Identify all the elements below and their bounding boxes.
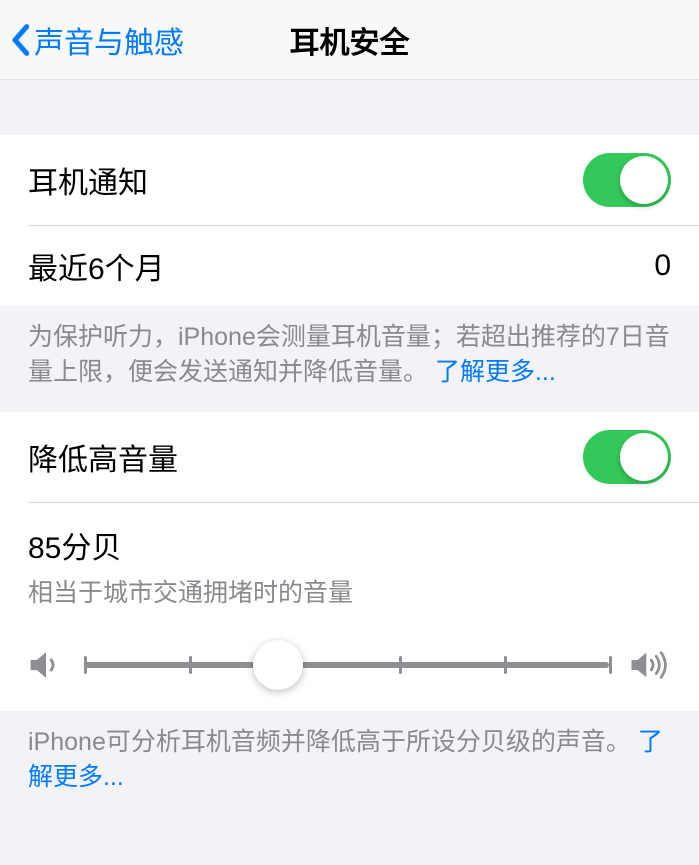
nav-bar: 声音与触感 耳机安全 — [0, 0, 699, 80]
decibel-info: 85分贝 相当于城市交通拥堵时的音量 — [0, 503, 699, 621]
section-spacer — [0, 80, 699, 135]
page-title: 耳机安全 — [290, 18, 410, 62]
label-last-6-months: 最近6个月 — [28, 244, 165, 288]
decibel-description: 相当于城市交通拥堵时的音量 — [28, 573, 671, 609]
row-reduce-loud-sounds: 降低高音量 — [0, 412, 699, 502]
footer-body-1: 为保护听力，iPhone会测量耳机音量；若超出推荐的7日音量上限，便会发送通知并… — [28, 323, 670, 386]
speaker-high-icon — [629, 649, 671, 681]
toggle-knob — [620, 433, 668, 481]
slider-thumb[interactable] — [253, 640, 303, 690]
learn-more-link-1[interactable]: 了解更多... — [435, 358, 556, 386]
toggle-knob — [620, 156, 668, 204]
decibel-value: 85分贝 — [28, 523, 671, 567]
back-label: 声音与触感 — [34, 18, 184, 62]
toggle-headphone-notifications[interactable] — [583, 153, 671, 207]
footer-text-2: iPhone可分析耳机音频并降低高于所设分贝级的声音。 了解更多... — [0, 711, 699, 817]
row-last-6-months[interactable]: 最近6个月 0 — [0, 226, 699, 306]
back-button[interactable]: 声音与触感 — [0, 18, 184, 62]
row-headphone-notifications: 耳机通知 — [0, 135, 699, 225]
section-reduce-loud-sounds: 降低高音量 85分贝 相当于城市交通拥堵时的音量 — [0, 412, 699, 711]
chevron-left-icon — [10, 23, 30, 57]
decibel-slider-row — [0, 621, 699, 711]
decibel-slider[interactable] — [84, 662, 609, 668]
toggle-reduce-loud-sounds[interactable] — [583, 430, 671, 484]
section-headphone-notifications: 耳机通知 最近6个月 0 — [0, 135, 699, 306]
label-headphone-notifications: 耳机通知 — [28, 158, 148, 202]
footer-body-2: iPhone可分析耳机音频并降低高于所设分贝级的声音。 — [28, 728, 631, 756]
speaker-low-icon — [28, 649, 64, 681]
footer-text-1: 为保护听力，iPhone会测量耳机音量；若超出推荐的7日音量上限，便会发送通知并… — [0, 306, 699, 412]
label-reduce-loud-sounds: 降低高音量 — [28, 435, 178, 479]
value-last-6-months: 0 — [654, 249, 671, 283]
